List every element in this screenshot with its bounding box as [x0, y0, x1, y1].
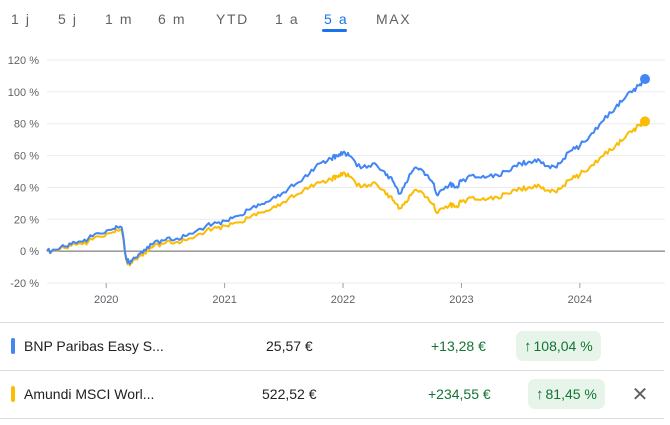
fund-change: +234,55 €: [428, 386, 491, 402]
y-tick-label: 80 %: [14, 119, 39, 131]
tab-1-year[interactable]: 1 a: [275, 11, 299, 27]
active-tab-indicator: [322, 29, 347, 32]
row-divider: [0, 418, 664, 419]
x-tick-label: 2020: [94, 294, 118, 306]
series-color-swatch: [11, 338, 15, 354]
y-tick-label: 120 %: [8, 55, 39, 67]
series-line: [46, 119, 646, 267]
y-tick-label: 100 %: [8, 87, 39, 99]
series-endpoint-dot: [640, 116, 650, 127]
tab-1-day[interactable]: 1 j: [11, 11, 31, 27]
fund-name: Amundi MSCI Worl...: [24, 386, 155, 402]
close-icon[interactable]: ✕: [628, 383, 652, 407]
holding-row-amundi[interactable]: Amundi MSCI Worl... 522,52 € +234,55 € ↑…: [0, 371, 664, 417]
percent-change-badge: ↑ 81,45 %: [528, 379, 605, 409]
y-tick-label: 0 %: [20, 246, 39, 258]
tab-5-years[interactable]: 5 a: [324, 11, 348, 27]
fund-price: 522,52 €: [262, 386, 317, 402]
y-tick-label: 20 %: [14, 214, 39, 226]
fund-price: 25,57 €: [266, 338, 313, 354]
x-tick-label: 2023: [449, 294, 473, 306]
x-tick-label: 2024: [568, 294, 592, 306]
tab-5-days[interactable]: 5 j: [58, 11, 78, 27]
series-color-swatch: [11, 386, 15, 402]
percent-change-badge: ↑ 108,04 %: [516, 331, 601, 361]
tab-max[interactable]: MAX: [376, 11, 411, 27]
percent-change-value: 108,04 %: [533, 338, 593, 354]
holding-row-bnp[interactable]: BNP Paribas Easy S... 25,57 € +13,28 € ↑…: [0, 323, 664, 369]
performance-chart: 120 % 100 % 80 % 60 % 40 % 20 % 0 % -20 % 2020 20…: [8, 55, 665, 306]
y-tick-label: 60 %: [14, 151, 39, 163]
x-tick-label: 2021: [212, 294, 236, 306]
fund-change: +13,28 €: [431, 338, 486, 354]
series-line: [46, 77, 646, 265]
range-tabs: 1 j 5 j 1 m 6 m YTD 1 a 5 a MAX: [0, 0, 670, 38]
y-tick-label: 40 %: [14, 182, 39, 194]
x-tick-label: 2022: [331, 294, 355, 306]
y-tick-label: -20 %: [10, 278, 39, 290]
arrow-up-icon: ↑: [536, 385, 544, 403]
series-endpoint-dot: [640, 74, 650, 85]
fund-name: BNP Paribas Easy S...: [24, 338, 164, 354]
arrow-up-icon: ↑: [524, 337, 532, 355]
tab-ytd[interactable]: YTD: [216, 11, 249, 27]
tab-1-month[interactable]: 1 m: [105, 11, 133, 27]
percent-change-value: 81,45 %: [545, 386, 597, 402]
tab-6-months[interactable]: 6 m: [158, 11, 186, 27]
